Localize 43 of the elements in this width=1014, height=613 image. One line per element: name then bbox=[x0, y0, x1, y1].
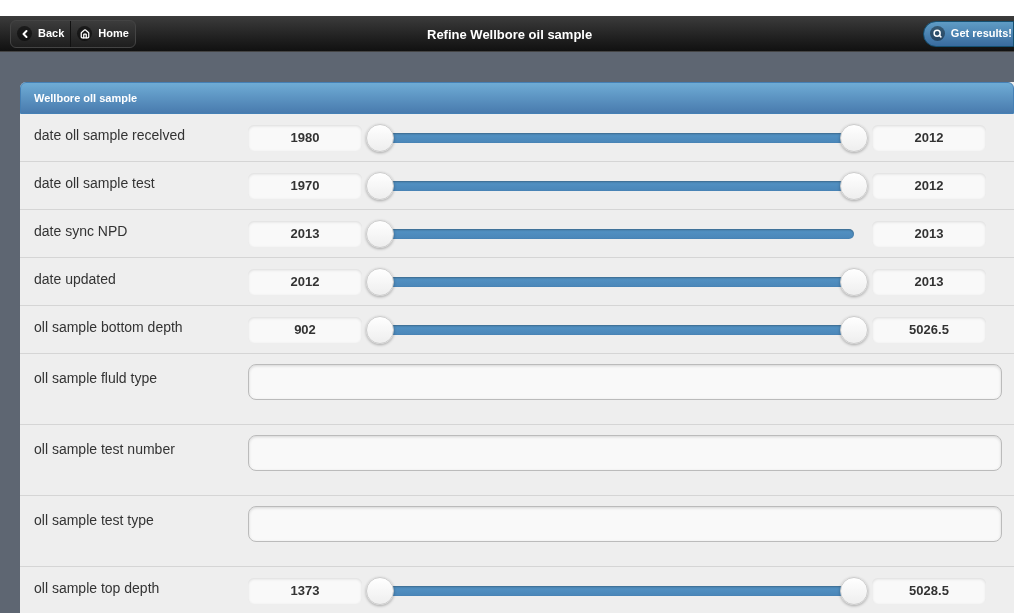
home-button[interactable]: Home bbox=[71, 20, 135, 47]
text-field[interactable] bbox=[248, 364, 1002, 400]
field-label: oll sample test number bbox=[34, 441, 175, 457]
text-field[interactable] bbox=[248, 435, 1002, 471]
home-icon bbox=[77, 26, 93, 41]
field-label: oll sample bottom depth bbox=[34, 318, 183, 335]
value-field[interactable]: 1980 bbox=[248, 124, 362, 151]
chevron-left-icon bbox=[17, 26, 32, 41]
slider-thumb[interactable] bbox=[366, 315, 394, 344]
slider-thumb[interactable] bbox=[366, 219, 394, 248]
field-label: oll sample test type bbox=[34, 512, 154, 528]
slider-thumb[interactable] bbox=[840, 267, 868, 296]
field-label: oll sample top depth bbox=[34, 579, 160, 596]
text-field[interactable] bbox=[248, 506, 1002, 542]
slider-thumb[interactable] bbox=[840, 171, 868, 200]
value-field[interactable]: 2012 bbox=[872, 172, 986, 199]
slider-thumb[interactable] bbox=[366, 267, 394, 296]
back-button[interactable]: Back bbox=[11, 20, 72, 47]
value-field[interactable]: 2012 bbox=[872, 124, 986, 151]
value-field[interactable]: 5026.5 bbox=[872, 316, 986, 343]
search-icon bbox=[929, 26, 945, 41]
panel-title: Wellbore oll sample bbox=[34, 90, 138, 106]
get-results-button[interactable]: Get results! bbox=[922, 20, 1014, 47]
value-field[interactable]: 1970 bbox=[248, 172, 362, 199]
slider-thumb[interactable] bbox=[366, 171, 394, 200]
field-label: date sync NPD bbox=[34, 222, 128, 239]
value-field[interactable]: 5028.5 bbox=[872, 577, 986, 604]
value-field[interactable]: 2012 bbox=[248, 268, 362, 295]
page-title: Refine Wellbore oil sample bbox=[427, 26, 593, 44]
slider-thumb[interactable] bbox=[840, 315, 868, 344]
value-field[interactable]: 1373 bbox=[248, 577, 362, 604]
slider-thumb[interactable] bbox=[366, 123, 394, 152]
field-label: date oll sample recelved bbox=[34, 126, 185, 143]
slider-thumb[interactable] bbox=[840, 123, 868, 152]
slider-thumb[interactable] bbox=[840, 576, 868, 605]
field-label: date updated bbox=[34, 270, 116, 287]
value-field[interactable]: 2013 bbox=[248, 220, 362, 247]
value-field[interactable]: 2013 bbox=[872, 268, 986, 295]
value-field[interactable]: 2013 bbox=[872, 220, 986, 247]
field-label: date oll sample test bbox=[34, 174, 155, 191]
field-label: oll sample fluld type bbox=[34, 370, 157, 386]
value-field[interactable]: 902 bbox=[248, 316, 362, 343]
slider-thumb[interactable] bbox=[366, 576, 394, 605]
